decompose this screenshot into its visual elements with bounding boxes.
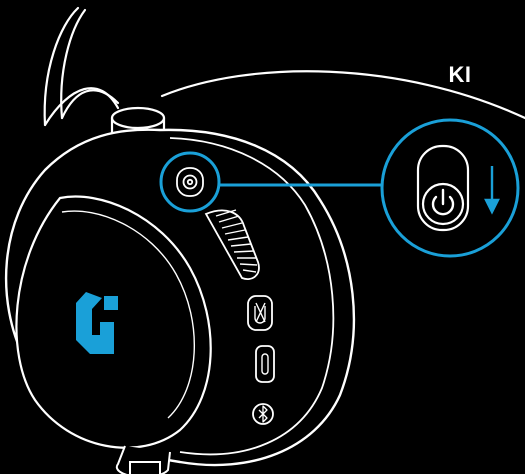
bluetooth-icon (252, 403, 274, 425)
mic-mute-icon (247, 295, 273, 331)
usb-c-port-icon (255, 345, 275, 383)
callout-zoom (380, 118, 520, 258)
callout-label: KI (448, 62, 472, 87)
